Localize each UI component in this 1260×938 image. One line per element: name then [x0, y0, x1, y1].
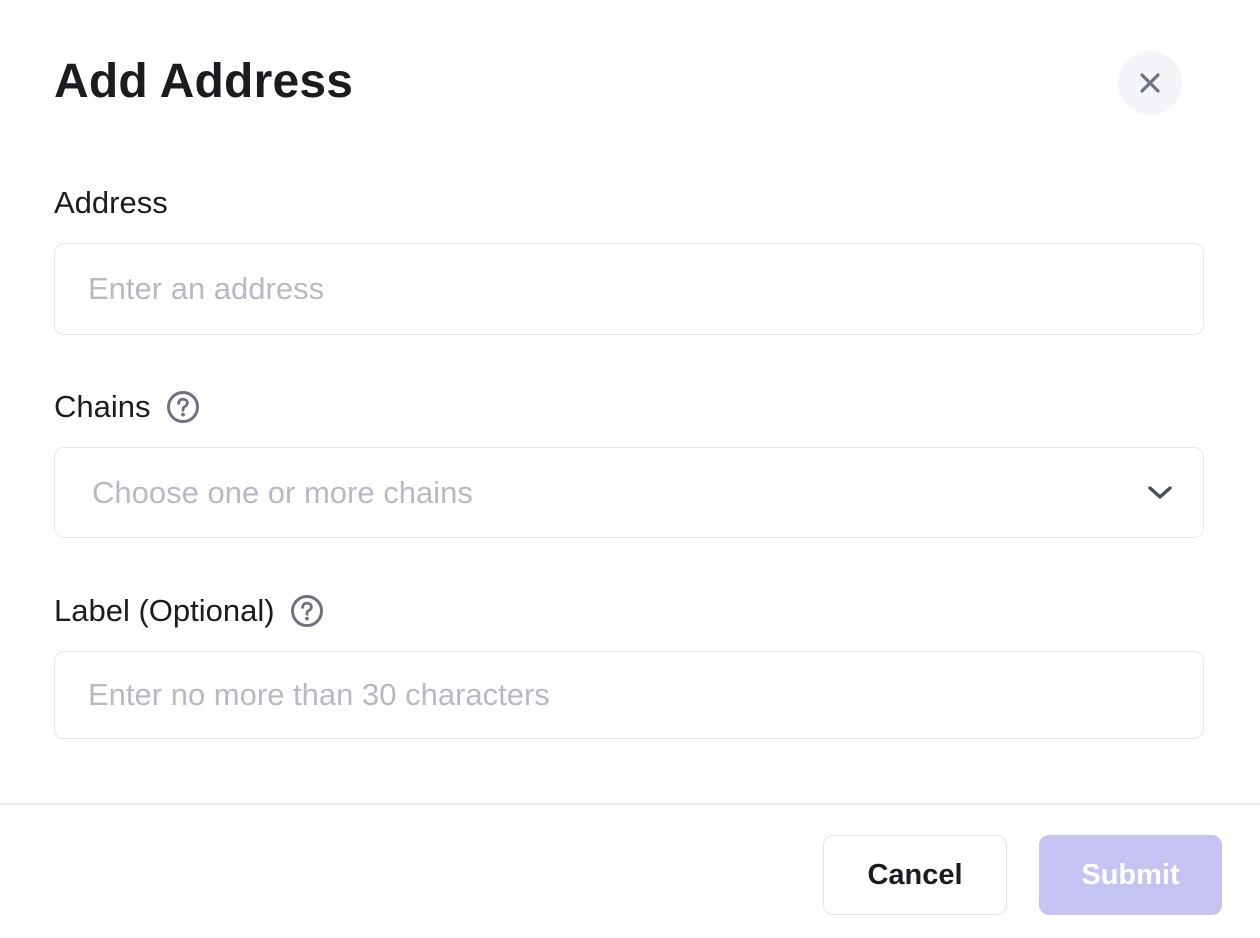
address-input[interactable]: [55, 244, 1203, 334]
chevron-down-icon: [1147, 485, 1173, 501]
label-field[interactable]: [54, 651, 1204, 739]
label-field-label-row: Label (Optional): [54, 591, 324, 631]
chains-placeholder: Choose one or more chains: [92, 474, 473, 510]
footer-divider: [0, 803, 1260, 805]
submit-button[interactable]: Submit: [1039, 835, 1222, 915]
chains-label-row: Chains: [54, 387, 200, 427]
address-field[interactable]: [54, 243, 1204, 335]
address-label-row: Address: [54, 183, 168, 223]
label-help-icon[interactable]: [290, 594, 324, 628]
cancel-button[interactable]: Cancel: [823, 835, 1007, 915]
close-icon: [1140, 73, 1160, 93]
chains-label: Chains: [54, 389, 151, 424]
add-address-modal: Add Address Address Chains Choose one or…: [0, 0, 1260, 938]
address-label: Address: [54, 185, 168, 220]
label-field-label: Label (Optional): [54, 593, 275, 628]
label-input[interactable]: [55, 652, 1203, 738]
chains-help-icon[interactable]: [166, 390, 200, 424]
close-button[interactable]: [1118, 51, 1182, 115]
modal-title: Add Address: [54, 55, 354, 108]
chains-select[interactable]: Choose one or more chains: [54, 447, 1204, 538]
